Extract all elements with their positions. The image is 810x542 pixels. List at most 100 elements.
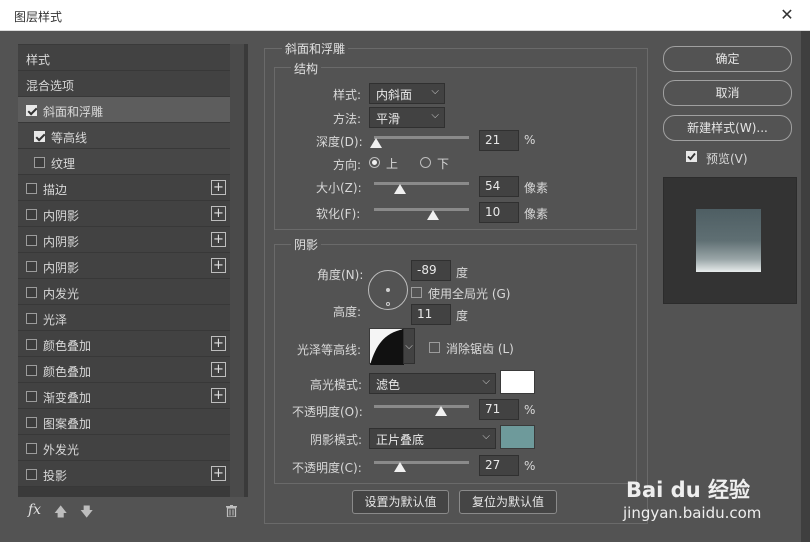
effect-item[interactable]: 内发光: [18, 279, 230, 305]
size-slider-thumb[interactable]: [393, 184, 406, 194]
method-dropdown[interactable]: 平滑 ⌵: [369, 107, 445, 128]
style-dropdown[interactable]: 内斜面 ⌵: [369, 83, 445, 104]
effect-checkbox[interactable]: [26, 287, 37, 298]
effect-item[interactable]: 斜面和浮雕: [18, 97, 230, 123]
add-effect-icon[interactable]: +: [211, 336, 226, 351]
effect-item[interactable]: 内阴影 +: [18, 201, 230, 227]
watermark-brand: Bai du 经验: [626, 478, 750, 502]
effect-item[interactable]: 外发光: [18, 435, 230, 461]
depth-input[interactable]: 21: [479, 130, 519, 151]
reset-default-button[interactable]: 复位为默认值: [459, 490, 557, 514]
highlight-opacity-input[interactable]: 71: [479, 399, 519, 420]
effect-checkbox[interactable]: [26, 365, 37, 376]
size-slider-track[interactable]: [374, 182, 469, 185]
angle-dial[interactable]: [368, 270, 408, 310]
effect-checkbox[interactable]: [34, 131, 45, 142]
highlight-opacity-track[interactable]: [374, 405, 469, 408]
shadow-opacity-track[interactable]: [374, 461, 469, 464]
cancel-button[interactable]: 取消: [663, 80, 792, 106]
effect-checkbox[interactable]: [26, 105, 37, 116]
effect-checkbox[interactable]: [26, 235, 37, 246]
add-effect-icon[interactable]: +: [211, 362, 226, 377]
close-icon[interactable]: ✕: [776, 4, 798, 26]
effect-checkbox[interactable]: [26, 391, 37, 402]
styles-header[interactable]: 样式: [18, 45, 230, 71]
shadow-mode-label: 阴影模式:: [310, 433, 363, 447]
add-effect-icon[interactable]: +: [211, 388, 226, 403]
effect-checkbox[interactable]: [26, 261, 37, 272]
effect-item-label: 外发光: [43, 443, 80, 457]
effect-item[interactable]: 内阴影 +: [18, 253, 230, 279]
depth-slider-track[interactable]: [374, 136, 469, 139]
size-input[interactable]: 54: [479, 176, 519, 197]
effect-item[interactable]: 描边 +: [18, 175, 230, 201]
angle-unit: 度: [456, 266, 469, 280]
new-style-button[interactable]: 新建样式(W)...: [663, 115, 792, 141]
effect-item[interactable]: 颜色叠加 +: [18, 331, 230, 357]
effect-item[interactable]: 投影 +: [18, 461, 230, 487]
add-effect-icon[interactable]: +: [211, 232, 226, 247]
gloss-contour-thumbnail[interactable]: [369, 328, 404, 365]
shadow-opacity-input[interactable]: 27: [479, 455, 519, 476]
ok-button[interactable]: 确定: [663, 46, 792, 72]
chevron-down-icon: ⌵: [482, 431, 490, 442]
depth-slider-thumb[interactable]: [369, 138, 382, 148]
effect-item[interactable]: 颜色叠加 +: [18, 357, 230, 383]
angle-input[interactable]: -89: [411, 260, 451, 281]
effect-item[interactable]: 纹理: [18, 149, 230, 175]
global-light-label: 使用全局光 (G): [428, 287, 511, 301]
effect-checkbox[interactable]: [26, 469, 37, 480]
window-title: 图层样式: [14, 10, 63, 24]
effect-checkbox[interactable]: [26, 339, 37, 350]
soften-slider-thumb[interactable]: [426, 210, 439, 220]
effect-item[interactable]: 图案叠加: [18, 409, 230, 435]
soften-slider-track[interactable]: [374, 208, 469, 211]
altitude-input[interactable]: 11: [411, 304, 451, 325]
effect-item-label: 图案叠加: [43, 417, 92, 431]
effect-item[interactable]: 等高线: [18, 123, 230, 149]
preview-checkbox[interactable]: [686, 151, 697, 162]
move-down-icon[interactable]: 🡇: [80, 503, 93, 525]
effect-item-label: 投影: [43, 469, 68, 483]
effect-checkbox[interactable]: [26, 417, 37, 428]
soften-input[interactable]: 10: [479, 202, 519, 223]
effect-checkbox[interactable]: [26, 209, 37, 220]
shadow-mode-dropdown[interactable]: 正片叠底 ⌵: [369, 428, 496, 449]
depth-unit: %: [524, 133, 536, 147]
effect-checkbox[interactable]: [26, 313, 37, 324]
set-default-button[interactable]: 设置为默认值: [352, 490, 449, 514]
styles-list-scrollbar[interactable]: [230, 44, 244, 497]
blend-options-item[interactable]: 混合选项: [18, 71, 230, 97]
gloss-contour-dropdown[interactable]: ⌵: [403, 328, 415, 364]
antialias-checkbox[interactable]: [429, 342, 440, 353]
fx-icon[interactable]: fx: [28, 502, 41, 518]
global-light-checkbox[interactable]: [411, 287, 422, 298]
highlight-mode-dropdown[interactable]: 滤色 ⌵: [369, 373, 496, 394]
direction-down-radio[interactable]: [420, 157, 431, 168]
add-effect-icon[interactable]: +: [211, 206, 226, 221]
effect-checkbox[interactable]: [26, 443, 37, 454]
direction-up-radio[interactable]: [369, 157, 380, 168]
altitude-label: 高度:: [333, 305, 362, 319]
shadow-opacity-thumb[interactable]: [393, 462, 406, 472]
direction-up-label: 上: [386, 157, 399, 171]
effect-checkbox[interactable]: [26, 183, 37, 194]
chevron-down-icon: ⌵: [431, 110, 439, 121]
move-up-icon[interactable]: 🡅: [54, 503, 67, 525]
effect-item-label: 纹理: [51, 157, 76, 171]
trash-icon[interactable]: [226, 505, 237, 518]
altitude-unit: 度: [456, 309, 469, 323]
effect-checkbox[interactable]: [34, 157, 45, 168]
add-effect-icon[interactable]: +: [211, 466, 226, 481]
add-effect-icon[interactable]: +: [211, 258, 226, 273]
shadow-color-swatch[interactable]: [500, 425, 535, 449]
effect-item[interactable]: 光泽: [18, 305, 230, 331]
add-effect-icon[interactable]: +: [211, 180, 226, 195]
highlight-opacity-thumb[interactable]: [435, 406, 448, 416]
effect-item-label: 等高线: [51, 131, 88, 145]
effect-item[interactable]: 内阴影 +: [18, 227, 230, 253]
effect-item[interactable]: 渐变叠加 +: [18, 383, 230, 409]
style-dropdown-value: 内斜面: [376, 88, 413, 102]
method-dropdown-value: 平滑: [376, 112, 401, 126]
highlight-color-swatch[interactable]: [500, 370, 535, 394]
